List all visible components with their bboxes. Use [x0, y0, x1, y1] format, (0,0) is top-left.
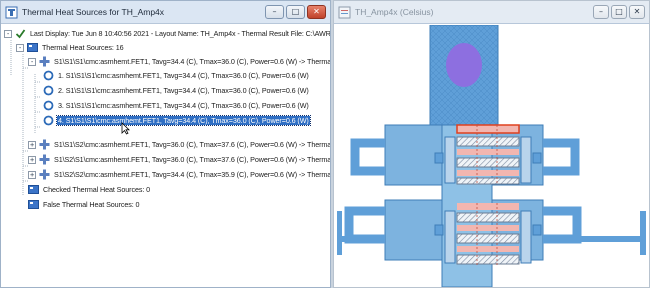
minimize-button[interactable]: – — [593, 5, 609, 19]
checkmark-icon — [15, 29, 26, 39]
group-label: S1\S1\S1\cmc:asmhemt.FET1, Tavg=34.4 (C)… — [54, 57, 331, 66]
heat-source-icon — [43, 115, 54, 126]
thermal-app-icon — [5, 6, 18, 18]
heat-source-label: 3. S1\S1\S1\cmc:asmhemt.FET1, Tavg=34.4 … — [58, 101, 309, 110]
mouse-cursor-icon — [121, 122, 130, 135]
tree-item-group[interactable]: + S1\S2\S2\cmc:asmhemt.FET1, Tavg=34.4 (… — [28, 168, 331, 181]
amplifier-layout-drawing — [337, 25, 646, 287]
heat-source-icon — [43, 85, 54, 96]
heat-source-icon — [43, 100, 54, 111]
close-button[interactable]: ✕ — [307, 5, 326, 19]
heat-sources-titlebar[interactable]: Thermal Heat Sources for TH_Amp4x – □ ✕ — [1, 1, 330, 24]
group-label: S1\S2\S1\cmc:asmhemt.FET1, Tavg=36.0 (C)… — [54, 155, 331, 164]
heat-source-label: 2. S1\S1\S1\cmc:asmhemt.FET1, Tavg=34.4 … — [58, 86, 309, 95]
tree-item-thermal-heat-sources[interactable]: - Thermal Heat Sources: 16 — [16, 41, 125, 54]
heat-source-label: 1. S1\S1\S1\cmc:asmhemt.FET1, Tavg=34.4 … — [58, 71, 309, 80]
transistor-icon — [39, 154, 50, 165]
window-title: Thermal Heat Sources for TH_Amp4x — [22, 7, 165, 17]
collapse-toggle[interactable]: - — [16, 43, 24, 52]
layout-app-icon — [338, 6, 351, 18]
folder-icon — [28, 185, 39, 194]
heat-sources-window: Thermal Heat Sources for TH_Amp4x – □ ✕ — [0, 0, 331, 288]
tree-root[interactable]: - Last Display: Tue Jun 8 10:40:56 2021 … — [4, 27, 331, 40]
heat-source-icon — [43, 70, 54, 81]
tree-item-group[interactable]: + S1\S2\S1\cmc:asmhemt.FET1, Tavg=36.0 (… — [28, 153, 331, 166]
expand-toggle[interactable]: + — [28, 155, 36, 164]
tree-item-group[interactable]: + S1\S1\S2\cmc:asmhemt.FET1, Tavg=36.0 (… — [28, 138, 331, 151]
group-label: S1\S1\S2\cmc:asmhemt.FET1, Tavg=36.0 (C)… — [54, 140, 331, 149]
transistor-icon — [39, 56, 50, 67]
tree-item-heat-source[interactable]: 2. S1\S1\S1\cmc:asmhemt.FET1, Tavg=34.4 … — [43, 84, 310, 97]
tree-item-heat-source[interactable]: 3. S1\S1\S1\cmc:asmhemt.FET1, Tavg=34.4 … — [43, 99, 310, 112]
heat-source-tree: - Last Display: Tue Jun 8 10:40:56 2021 … — [1, 26, 330, 287]
thermal-heat-sources-label: Thermal Heat Sources: 16 — [42, 43, 124, 52]
tree-item-heat-source[interactable]: 1. S1\S1\S1\cmc:asmhemt.FET1, Tavg=34.4 … — [43, 69, 310, 82]
tree-item-heat-source-selected[interactable]: 4. S1\S1\S1\cmc:asmhemt.FET1, Tavg=34.4 … — [43, 114, 311, 127]
tree-item-false-sources[interactable]: False Thermal Heat Sources: 0 — [28, 198, 140, 211]
expand-toggle[interactable]: + — [28, 170, 36, 179]
maximize-button[interactable]: □ — [286, 5, 305, 19]
transistor-icon — [39, 139, 50, 150]
thermal-layout-canvas[interactable] — [337, 25, 646, 287]
minimize-button[interactable]: – — [265, 5, 284, 19]
collapse-toggle[interactable]: - — [4, 29, 12, 38]
expand-toggle[interactable]: + — [28, 140, 36, 149]
maximize-button[interactable]: □ — [611, 5, 627, 19]
folder-icon — [28, 200, 39, 209]
tree-item-checked-sources[interactable]: Checked Thermal Heat Sources: 0 — [28, 183, 151, 196]
tree-item-group[interactable]: - S1\S1\S1\cmc:asmhemt.FET1, Tavg=34.4 (… — [28, 55, 331, 68]
heat-source-label: 4. S1\S1\S1\cmc:asmhemt.FET1, Tavg=34.4 … — [56, 115, 311, 126]
false-sources-label: False Thermal Heat Sources: 0 — [43, 200, 140, 209]
checked-sources-label: Checked Thermal Heat Sources: 0 — [43, 185, 151, 194]
root-label: Last Display: Tue Jun 8 10:40:56 2021 - … — [30, 29, 331, 38]
transistor-icon — [39, 169, 50, 180]
collapse-toggle[interactable]: - — [28, 57, 36, 66]
close-button[interactable]: ✕ — [629, 5, 645, 19]
group-label: S1\S2\S2\cmc:asmhemt.FET1, Tavg=34.4 (C)… — [54, 170, 331, 179]
folder-icon — [27, 43, 38, 52]
window-title: TH_Amp4x (Celsius) — [355, 7, 434, 17]
thermal-view-titlebar[interactable]: TH_Amp4x (Celsius) – □ ✕ — [334, 1, 649, 24]
thermal-view-window: TH_Amp4x (Celsius) – □ ✕ — [333, 0, 650, 288]
